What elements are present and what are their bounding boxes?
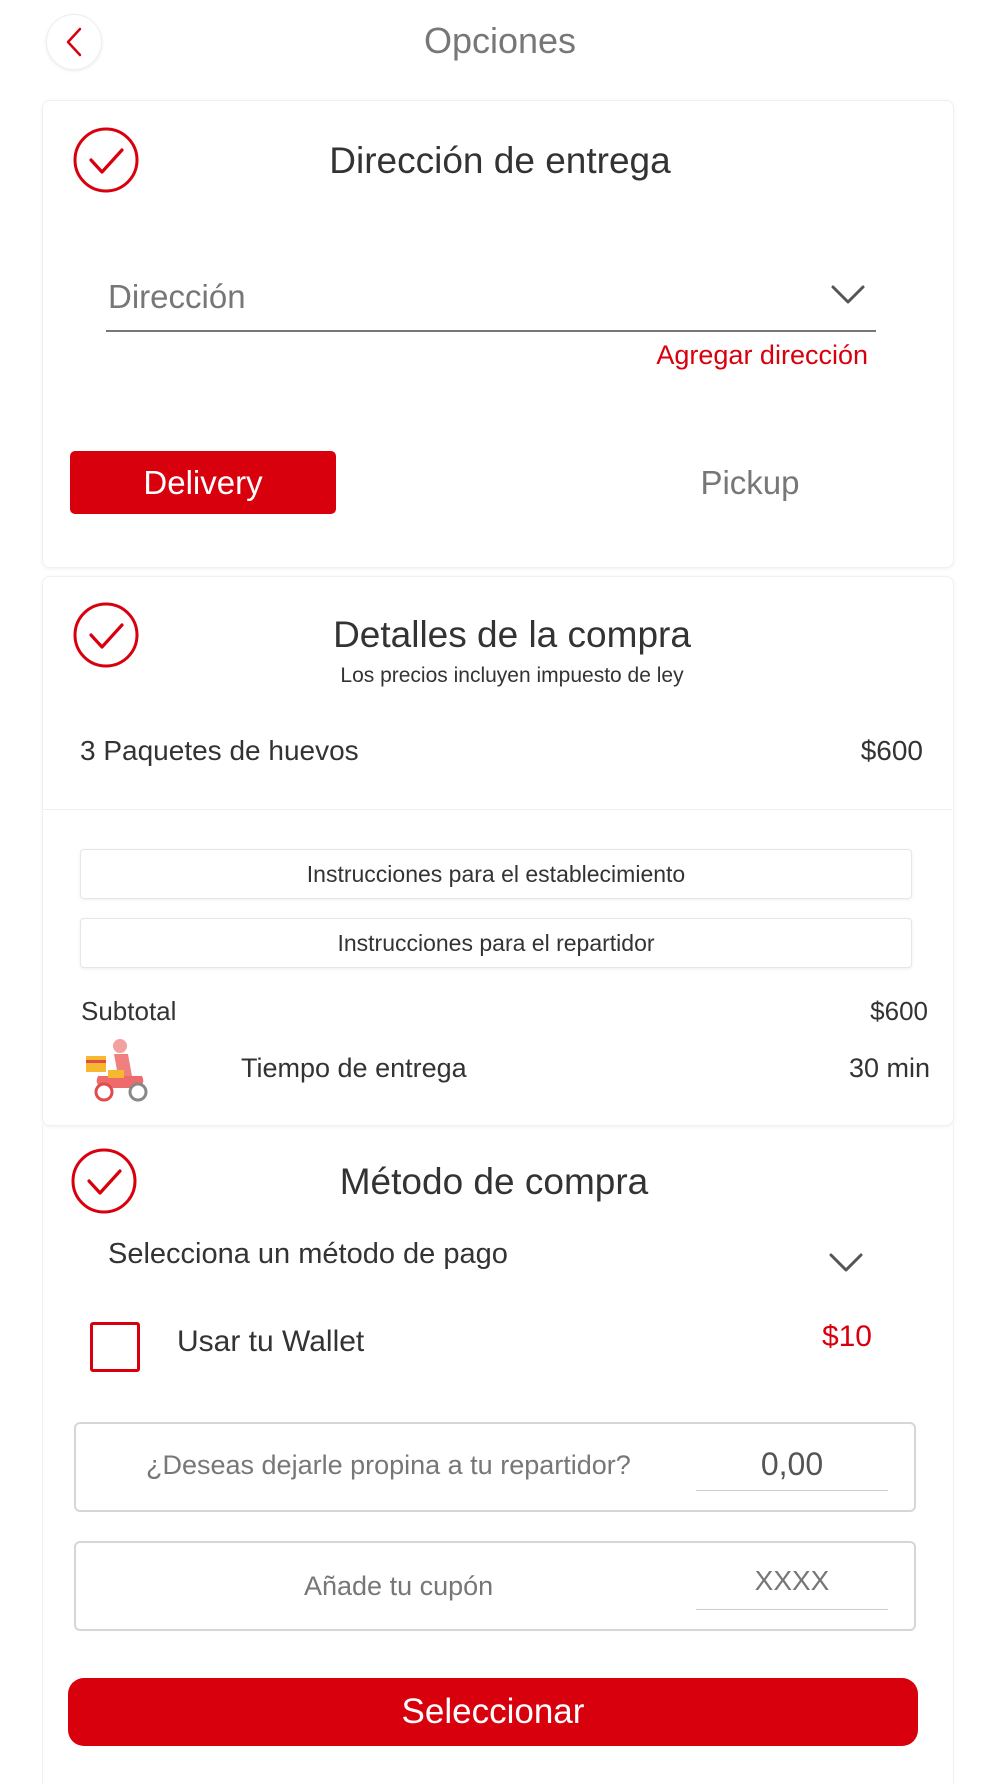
subtotal-label: Subtotal [81,996,177,1026]
delivery-time-label: Tiempo de entrega [241,1053,467,1083]
payment-section-title: Método de compra [339,1161,649,1202]
check-circle-icon [73,127,139,193]
delivery-mode-button[interactable]: Delivery [70,451,336,514]
delivery-section-title: Dirección de entrega [329,140,671,181]
payment-method-placeholder: Selecciona un método de pago [108,1238,508,1270]
wallet-checkbox[interactable] [90,1322,140,1372]
wallet-amount: $10 [821,1320,872,1353]
order-item-price: $600 [860,735,923,766]
add-address-link[interactable]: Agregar dirección [656,340,868,371]
establishment-instructions-button[interactable]: Instrucciones para el establecimiento [80,849,912,899]
delivery-scooter-icon [86,1039,148,1102]
subtotal-value: $600 [870,996,928,1026]
purchase-section-subtitle: Los precios incluyen impuesto de ley [340,664,684,687]
pickup-mode-button[interactable]: Pickup [620,451,880,514]
check-circle-icon [73,602,139,668]
divider [42,809,952,810]
coupon-input[interactable]: XXXX [696,1557,888,1610]
select-button[interactable]: Seleccionar [68,1678,918,1746]
tip-field[interactable]: ¿Deseas dejarle propina a tu repartidor?… [74,1422,916,1512]
delivery-time-value: 30 min [848,1053,930,1083]
coupon-label: Añade tu cupón [304,1571,494,1601]
tip-prompt: ¿Deseas dejarle propina a tu repartidor? [146,1450,631,1480]
coupon-input-placeholder: XXXX [754,1565,830,1596]
order-item-name: 3 Paquetes de huevos [80,735,359,766]
purchase-section-title: Detalles de la compra [333,614,691,655]
address-select-placeholder: Dirección [108,278,246,315]
check-circle-icon [71,1148,137,1214]
tip-amount-value: 0,00 [760,1446,824,1482]
courier-instructions-button[interactable]: Instrucciones para el repartidor [80,918,912,968]
address-select[interactable]: Dirección [106,270,876,332]
payment-method-select[interactable]: Selecciona un método de pago [106,1232,876,1288]
wallet-label: Usar tu Wallet [177,1325,365,1358]
chevron-down-icon [831,285,865,304]
page-title: Opciones [423,20,577,61]
chevron-down-icon [829,1253,863,1272]
tip-amount-input[interactable]: 0,00 [696,1438,888,1491]
coupon-field[interactable]: Añade tu cupón XXXX [74,1541,916,1631]
